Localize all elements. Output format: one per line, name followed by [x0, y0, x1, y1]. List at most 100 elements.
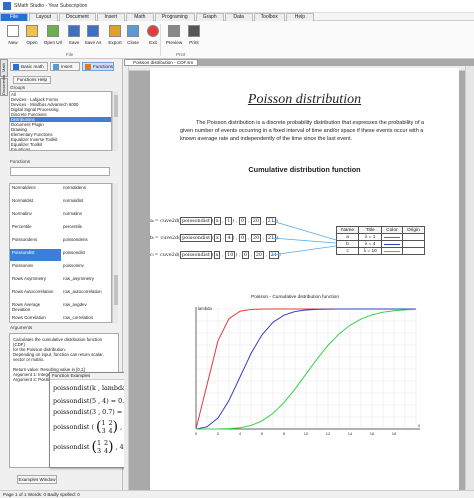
function-cell[interactable]: row_correlation	[61, 314, 111, 322]
function-search-input[interactable]	[10, 167, 110, 176]
math-operator: (	[91, 423, 95, 431]
menu-tab-toolbox[interactable]: Toolbox	[253, 13, 285, 21]
insert-button[interactable]: Insert	[50, 62, 80, 71]
menu-tabs: File Layout Document Insert Math Programing Gr…	[0, 13, 474, 21]
menu-tab-math[interactable]: Math	[125, 13, 154, 21]
menu-tab-document[interactable]: Document	[59, 13, 96, 21]
app-icon	[3, 2, 11, 10]
menu-tab-layout[interactable]: Layout	[29, 13, 59, 21]
math-operator: ,	[115, 443, 118, 451]
open-button[interactable]: Open	[22, 25, 42, 45]
preview-button[interactable]: Preview	[164, 25, 184, 45]
print-button[interactable]: Print	[184, 25, 204, 45]
save-icon	[68, 25, 80, 37]
menu-tab-data[interactable]: Data	[224, 13, 253, 21]
math-operator: poissondist	[53, 443, 90, 451]
pointer-arrows	[271, 220, 337, 256]
menu-tab-programing[interactable]: Programing	[154, 13, 195, 21]
menu-tab-graph[interactable]: Graph	[195, 13, 224, 21]
insert-icon	[53, 64, 59, 70]
function-cell[interactable]: Poissondens	[10, 236, 61, 248]
document-scrollbar[interactable]	[465, 66, 474, 490]
menu-tab-file[interactable]: File	[0, 13, 28, 21]
y-axis-label: lambda	[198, 306, 212, 311]
function-cell[interactable]: Rows Asymmetry	[10, 275, 61, 287]
groups-list[interactable]: All Devices - Labjack Forms Devices - Mind…	[9, 91, 112, 151]
cdf-chart[interactable]: 0 2 4 6 8 10 12 14 16 18 lambda x	[184, 303, 428, 445]
x-tick-label: 6	[261, 431, 264, 436]
arguments-line: Calculates the cumulative distribution f…	[13, 337, 103, 347]
ribbon-button-label: Open Url	[43, 40, 63, 45]
open-url-icon	[47, 25, 59, 37]
ribbon-button-label: Save As	[84, 40, 102, 45]
function-cell[interactable]: poissondist	[61, 249, 111, 261]
menu-tab-help[interactable]: Help	[285, 13, 314, 21]
new-button[interactable]: New	[3, 25, 23, 45]
side-tabs: Math Documents	[0, 59, 8, 99]
x-tick-label: 12	[326, 431, 331, 436]
function-cell[interactable]: row_autocorrelation	[61, 288, 111, 300]
save-button[interactable]: Save	[64, 25, 84, 45]
x-tick-label: 8	[283, 431, 286, 436]
window-title: SMath Studio - Year Subscription	[14, 3, 88, 9]
menu-tab-insert[interactable]: Insert	[96, 13, 125, 21]
matrix-body: 1234	[101, 419, 112, 435]
function-cell[interactable]: Rows Autocorrelation	[10, 288, 61, 300]
document-tab-label: Poisson distribution - CDF.sm	[133, 60, 194, 65]
print-icon	[188, 25, 200, 37]
vertical-ruler	[124, 66, 129, 490]
function-cell[interactable]: Normalinv	[10, 210, 61, 222]
matrix-bracket: )	[108, 439, 114, 455]
groups-label: Groups	[10, 85, 26, 90]
functions-button[interactable]: Functions	[82, 62, 114, 71]
function-cell[interactable]: Rows Correlation	[10, 314, 61, 322]
exit-button[interactable]: Exit	[143, 25, 163, 45]
x-tick-label: 4	[239, 431, 242, 436]
close-button[interactable]: Close	[123, 25, 143, 45]
function-cell[interactable]: Normaldens	[10, 184, 61, 196]
groups-scrollbar[interactable]	[112, 91, 118, 151]
export-button[interactable]: Export	[105, 25, 125, 45]
open-icon	[26, 25, 38, 37]
x-tick-label: 2	[217, 431, 220, 436]
preview-icon	[168, 25, 180, 37]
title-bar: SMath Studio - Year Subscription	[0, 0, 474, 13]
document-page[interactable]: Poisson distribution The Poisson distrib…	[150, 68, 459, 490]
ribbon-button-label: Print	[189, 40, 199, 45]
matrix-cell: 3	[96, 447, 102, 455]
matrix-bracket: )	[112, 419, 119, 435]
function-cell[interactable]: poissoninv	[61, 262, 111, 274]
functions-grid: Normaldens normaldens Normaldist normaldist…	[9, 183, 112, 323]
function-cell[interactable]: Rows Average Deviation	[10, 301, 61, 313]
functions-help-button[interactable]: Functions Help	[13, 76, 51, 84]
function-cell[interactable]: normalinv	[61, 210, 111, 222]
function-cell[interactable]: normaldist	[61, 197, 111, 209]
function-cell[interactable]: poissondens	[61, 236, 111, 248]
function-cell[interactable]: Normaldist	[10, 197, 61, 209]
examples-window-title: Function Examples	[52, 373, 91, 378]
groups-scroll-thumb[interactable]	[114, 95, 118, 117]
functions-label: Functions	[93, 64, 113, 69]
x-axis-label: x	[418, 423, 421, 428]
function-cell[interactable]: percentile	[61, 223, 111, 235]
function-cell[interactable]: Poissoninv	[10, 262, 61, 274]
examples-window-button[interactable]: Examples Window	[17, 475, 57, 484]
function-cell[interactable]: row_asymmetry	[61, 275, 111, 287]
function-cell[interactable]: row_avgdev	[61, 301, 111, 313]
functions-scroll-thumb[interactable]	[114, 275, 118, 305]
basic-math-button[interactable]: Basic math	[10, 62, 48, 71]
function-cell[interactable]: normaldens	[61, 184, 111, 196]
save-as-button[interactable]: Save As	[83, 25, 103, 45]
pointer-arrow	[271, 245, 337, 256]
arguments-label: Arguments	[10, 325, 33, 330]
ribbon-button-label: Preview	[165, 40, 183, 45]
document-tab[interactable]: Poisson distribution - CDF.sm	[124, 59, 199, 66]
side-tab-documents[interactable]: Documents	[0, 75, 8, 96]
functions-scrollbar[interactable]	[112, 183, 118, 323]
open-url-button[interactable]: Open Url	[43, 25, 63, 45]
function-cell[interactable]: Poissondist	[10, 249, 61, 261]
x-tick-label: 14	[348, 431, 353, 436]
group-item[interactable]: Equations	[10, 147, 111, 150]
function-cell[interactable]: Percentile	[10, 223, 61, 235]
ribbon-button-label: Export	[108, 40, 122, 45]
